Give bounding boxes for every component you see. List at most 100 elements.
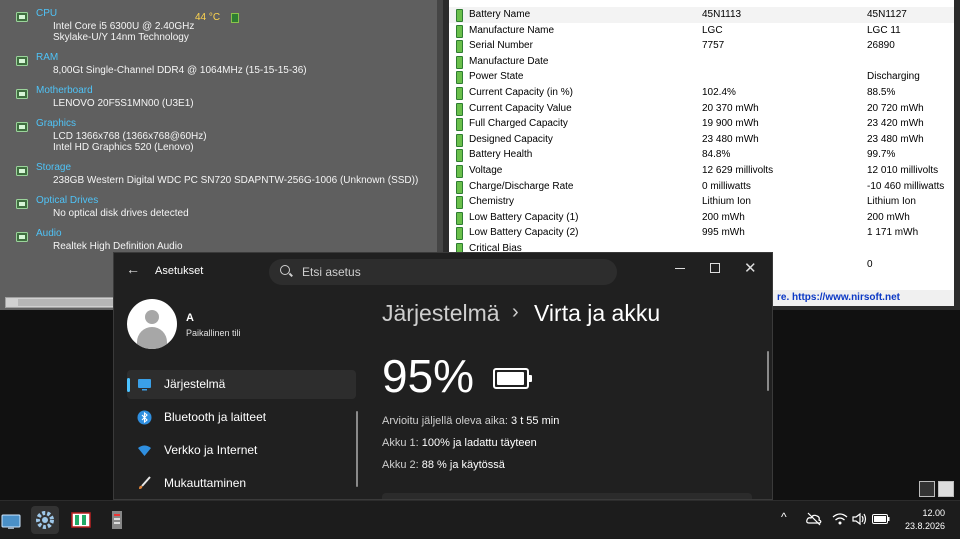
- battery-row-icon: [456, 133, 463, 147]
- battery-percentage: 95%: [382, 350, 475, 402]
- speccy-section-title[interactable]: Audio: [36, 228, 62, 239]
- taskbar-app-batteryinfoview[interactable]: [67, 506, 95, 534]
- table-row[interactable]: Chemistry Lithium Ion Lithium Ion: [449, 194, 954, 210]
- battery-2-value: 0: [867, 258, 873, 270]
- volume-icon[interactable]: [852, 512, 868, 526]
- cloud-off-icon[interactable]: [806, 512, 822, 526]
- speccy-section-title[interactable]: Motherboard: [36, 85, 93, 96]
- table-row[interactable]: Low Battery Capacity (1) 200 mWh 200 mWh: [449, 210, 954, 226]
- wifi-icon[interactable]: [832, 512, 848, 526]
- battery-tray-icon[interactable]: [872, 514, 890, 524]
- battery-2-value: LGC 11: [867, 24, 901, 36]
- settings-card[interactable]: [382, 493, 752, 499]
- battery-2-value: 23 480 mWh: [867, 133, 924, 145]
- table-row[interactable]: Battery Name 45N1113 45N1127: [449, 7, 954, 23]
- battery-info-list[interactable]: Battery Name 45N1113 45N1127 Manufacture Na…: [449, 0, 954, 290]
- monitor-app-icon: [1, 514, 21, 529]
- table-row[interactable]: Current Capacity Value 20 370 mWh 20 720 m…: [449, 101, 954, 117]
- battery-row-icon: [456, 165, 463, 178]
- detail-view-icon[interactable]: [938, 481, 954, 497]
- battery-1-value: 19 900 mWh: [702, 118, 759, 130]
- battery-row-icon: [456, 196, 463, 210]
- speccy-section-detail: Intel Core i5 6300U @ 2.40GHz: [53, 21, 195, 32]
- table-row[interactable]: Manufacture Name LGC LGC 11: [449, 23, 954, 39]
- maximize-button[interactable]: [706, 259, 726, 279]
- table-row[interactable]: Current Capacity (in %) 102.4% 88.5%: [449, 85, 954, 101]
- table-row[interactable]: Power State Discharging: [449, 69, 954, 85]
- speccy-section-detail: 8,00Gt Single-Channel DDR4 @ 1064MHz (15…: [53, 65, 307, 76]
- speccy-section-detail: 238GB Western Digital WDC PC SN720 SDAPN…: [53, 175, 419, 186]
- list-view-icon[interactable]: [919, 481, 935, 497]
- taskbar-app-speccy[interactable]: [103, 506, 131, 534]
- property-name: Manufacture Date: [469, 55, 549, 67]
- property-name: Manufacture Name: [469, 24, 555, 36]
- battery-row-icon: [456, 227, 463, 241]
- speccy-section-title[interactable]: CPU: [36, 8, 57, 19]
- property-name: Current Capacity (in %): [469, 87, 573, 98]
- sidebar-item-bluetooth[interactable]: Bluetooth ja laitteet: [127, 403, 356, 432]
- battery-row-icon: [456, 87, 463, 100]
- sidebar-item-brush[interactable]: Mukauttaminen: [127, 469, 356, 498]
- battery-2-label: Akku 2:: [382, 459, 419, 471]
- table-row[interactable]: Serial Number 7757 26890: [449, 38, 954, 54]
- settings-window: ← Asetukset Etsi asetus ✕ A Paikallinen …: [113, 252, 773, 500]
- active-indicator: [127, 378, 130, 392]
- battery-1-value: 84.8%: [702, 149, 731, 161]
- search-icon: [280, 265, 290, 275]
- remaining-value: 3 t 55 min: [511, 415, 560, 427]
- cpu-icon: [16, 9, 28, 22]
- taskbar-app-monitor[interactable]: [0, 506, 28, 534]
- property-name: Voltage: [469, 165, 503, 176]
- remaining-time: Arvioitu jäljellä oleva aika: 3 t 55 min: [382, 415, 559, 427]
- taskbar-clock[interactable]: 12.00 23.8.2026: [895, 507, 945, 533]
- speccy-section-detail: LENOVO 20F5S1MN00 (U3E1): [53, 98, 194, 109]
- table-row[interactable]: Charge/Discharge Rate 0 milliwatts -10 460…: [449, 179, 954, 195]
- back-arrow-icon[interactable]: ←: [126, 261, 146, 281]
- taskbar-app-settings[interactable]: [31, 506, 59, 534]
- speccy-section-detail: LCD 1366x768 (1366x768@60Hz): [53, 131, 207, 142]
- sidebar-item-system[interactable]: Järjestelmä: [127, 370, 356, 399]
- search-input[interactable]: Etsi asetus: [269, 259, 617, 285]
- table-row[interactable]: Designed Capacity 23 480 mWh 23 480 mWh: [449, 132, 954, 148]
- table-row[interactable]: Manufacture Date: [449, 54, 954, 70]
- minimize-button[interactable]: [671, 259, 691, 279]
- content-scrollbar[interactable]: [767, 351, 769, 391]
- table-row[interactable]: Low Battery Capacity (2) 995 mWh 1 171 mWh: [449, 225, 954, 241]
- nav-scrollbar[interactable]: [356, 411, 358, 487]
- breadcrumb-separator: ›: [512, 301, 519, 323]
- ram-icon: [16, 53, 28, 66]
- battery-2-value: 20 720 mWh: [867, 102, 924, 114]
- battery-1-value: 7757: [702, 40, 725, 52]
- speccy-section-title[interactable]: Optical Drives: [36, 195, 98, 206]
- batteryinfoview-icon: [71, 512, 91, 528]
- battery-1-value: 0 milliwatts: [702, 180, 751, 192]
- app-title: Asetukset: [155, 265, 204, 277]
- table-row[interactable]: Battery Health 84.8% 99.7%: [449, 147, 954, 163]
- temperature-icon: [231, 13, 239, 23]
- battery-row-icon: [456, 149, 463, 163]
- view-mode-buttons: [919, 481, 957, 502]
- battery-2-value: Discharging: [867, 71, 920, 83]
- avatar[interactable]: [127, 299, 177, 349]
- close-button[interactable]: ✕: [744, 259, 764, 279]
- nirsoft-link[interactable]: re. https://www.nirsoft.net: [777, 292, 900, 303]
- hdd-icon: [16, 163, 28, 176]
- breadcrumb-parent[interactable]: Järjestelmä: [382, 300, 500, 327]
- chevron-up-icon[interactable]: ^: [781, 510, 787, 524]
- battery-2-value: 26890: [867, 40, 895, 52]
- table-row[interactable]: Full Charged Capacity 19 900 mWh 23 420 mW…: [449, 116, 954, 132]
- battery-row-icon: [456, 24, 463, 38]
- battery-row-icon: [456, 211, 463, 225]
- speccy-section-title[interactable]: RAM: [36, 52, 58, 63]
- property-name: Power State: [469, 71, 524, 83]
- table-row[interactable]: Voltage 12 629 millivolts 12 010 millivolt…: [449, 163, 954, 179]
- battery-1-value: 200 mWh: [702, 211, 745, 223]
- audio-icon: [16, 229, 28, 242]
- speccy-section-title[interactable]: Storage: [36, 162, 71, 173]
- battery-1-value: 23 480 mWh: [702, 133, 759, 145]
- speccy-section-title[interactable]: Graphics: [36, 118, 76, 129]
- sidebar-item-wifi[interactable]: Verkko ja Internet: [127, 436, 356, 465]
- bluetooth-icon: [137, 410, 152, 425]
- battery-2-value: -10 460 milliwatts: [867, 180, 945, 192]
- clock-date: 23.8.2026: [904, 521, 945, 531]
